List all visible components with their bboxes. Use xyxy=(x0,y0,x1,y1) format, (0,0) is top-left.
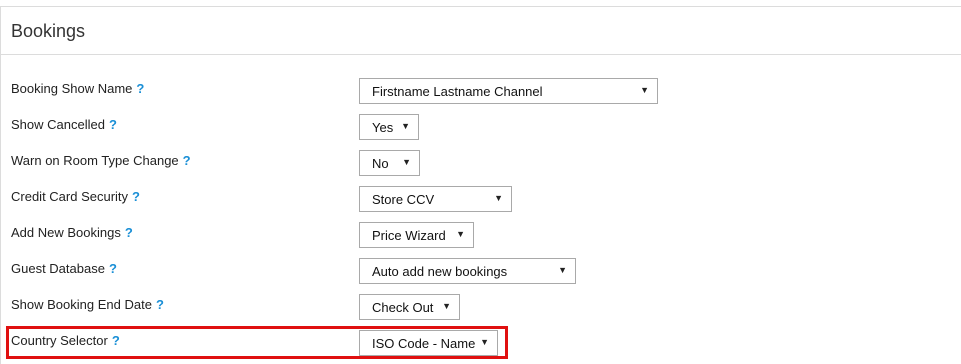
setting-row-booking-show-name: Booking Show Name? Firstname Lastname Ch… xyxy=(1,78,961,108)
setting-label: Credit Card Security? xyxy=(11,189,140,204)
setting-row-credit-card-security: Credit Card Security? Store CCV ▼ xyxy=(1,186,961,216)
show-cancelled-select[interactable]: Yes ▼ xyxy=(359,114,419,140)
setting-label: Add New Bookings? xyxy=(11,225,133,240)
select-value: Firstname Lastname Channel xyxy=(372,84,543,99)
select-value: Auto add new bookings xyxy=(372,264,508,279)
help-icon[interactable]: ? xyxy=(112,333,120,348)
setting-label: Show Booking End Date? xyxy=(11,297,164,312)
bookings-panel: Bookings Booking Show Name? Firstname La… xyxy=(0,6,961,364)
select-value: No xyxy=(372,156,389,171)
help-icon[interactable]: ? xyxy=(109,261,117,276)
chevron-down-icon: ▼ xyxy=(494,193,503,203)
setting-label: Guest Database? xyxy=(11,261,117,276)
chevron-down-icon: ▼ xyxy=(640,85,649,95)
setting-row-show-cancelled: Show Cancelled? Yes ▼ xyxy=(1,114,961,144)
help-icon[interactable]: ? xyxy=(109,117,117,132)
show-booking-end-date-select[interactable]: Check Out ▼ xyxy=(359,294,460,320)
setting-row-warn-room-type: Warn on Room Type Change? No ▼ xyxy=(1,150,961,180)
select-value: ISO Code - Name xyxy=(372,336,476,351)
select-value: Check Out xyxy=(372,300,434,315)
help-icon[interactable]: ? xyxy=(125,225,133,240)
setting-row-add-new-bookings: Add New Bookings? Price Wizard ▼ xyxy=(1,222,961,252)
panel-title: Bookings xyxy=(11,21,86,41)
setting-row-guest-database: Guest Database? Auto add new bookings ▼ xyxy=(1,258,961,288)
country-selector-select[interactable]: ISO Code - Name ▼ xyxy=(359,330,498,356)
chevron-down-icon: ▼ xyxy=(402,157,411,167)
add-new-bookings-select[interactable]: Price Wizard ▼ xyxy=(359,222,474,248)
help-icon[interactable]: ? xyxy=(156,297,164,312)
panel-header: Bookings xyxy=(1,7,961,55)
setting-row-show-booking-end-date: Show Booking End Date? Check Out ▼ xyxy=(1,294,961,324)
setting-label: Country Selector? xyxy=(11,333,120,348)
credit-card-security-select[interactable]: Store CCV ▼ xyxy=(359,186,512,212)
setting-row-country-selector: Country Selector? ISO Code - Name ▼ xyxy=(1,330,961,360)
chevron-down-icon: ▼ xyxy=(480,337,489,347)
chevron-down-icon: ▼ xyxy=(456,229,465,239)
chevron-down-icon: ▼ xyxy=(558,265,567,275)
chevron-down-icon: ▼ xyxy=(442,301,451,311)
help-icon[interactable]: ? xyxy=(136,81,144,96)
booking-show-name-select[interactable]: Firstname Lastname Channel ▼ xyxy=(359,78,658,104)
chevron-down-icon: ▼ xyxy=(401,121,410,131)
setting-label: Booking Show Name? xyxy=(11,81,145,96)
select-value: Yes xyxy=(372,120,394,135)
select-value: Price Wizard xyxy=(372,228,446,243)
setting-label: Show Cancelled? xyxy=(11,117,117,132)
guest-database-select[interactable]: Auto add new bookings ▼ xyxy=(359,258,576,284)
help-icon[interactable]: ? xyxy=(132,189,140,204)
warn-room-type-select[interactable]: No ▼ xyxy=(359,150,420,176)
setting-label: Warn on Room Type Change? xyxy=(11,153,191,168)
help-icon[interactable]: ? xyxy=(183,153,191,168)
select-value: Store CCV xyxy=(372,192,435,207)
